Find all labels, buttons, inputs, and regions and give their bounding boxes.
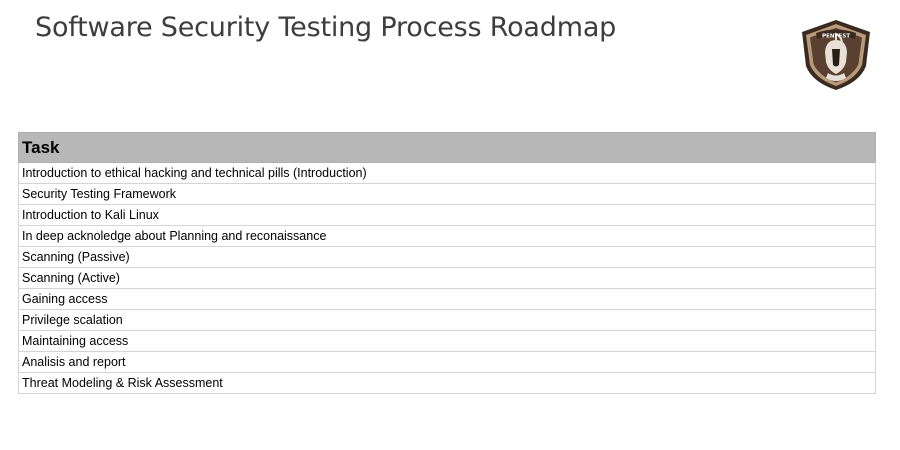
task-cell: Gaining access (18, 288, 876, 310)
table-row: Gaining access (18, 288, 876, 310)
task-cell: Analisis and report (18, 351, 876, 373)
table-row: Threat Modeling & Risk Assessment (18, 372, 876, 394)
table-row: Privilege scalation (18, 309, 876, 331)
task-table: Task Introduction to ethical hacking and… (18, 132, 876, 394)
table-row: Introduction to Kali Linux (18, 204, 876, 226)
table-row: Security Testing Framework (18, 183, 876, 205)
table-row: Analisis and report (18, 351, 876, 373)
task-cell: Introduction to ethical hacking and tech… (18, 162, 876, 184)
pentest-logo: PENTEST (800, 18, 872, 92)
page-title: Software Security Testing Process Roadma… (35, 12, 617, 43)
task-cell: Maintaining access (18, 330, 876, 352)
task-cell: In deep acknoledge about Planning and re… (18, 225, 876, 247)
table-row: Scanning (Active) (18, 267, 876, 289)
table-row: Introduction to ethical hacking and tech… (18, 162, 876, 184)
table-row: Scanning (Passive) (18, 246, 876, 268)
logo-text: PENTEST (822, 34, 850, 40)
pentest-shield-icon: PENTEST (802, 20, 870, 90)
column-header-task: Task (18, 132, 876, 163)
task-cell: Scanning (Passive) (18, 246, 876, 268)
task-cell: Introduction to Kali Linux (18, 204, 876, 226)
task-cell: Scanning (Active) (18, 267, 876, 289)
table-header-row: Task (18, 132, 876, 163)
task-cell: Security Testing Framework (18, 183, 876, 205)
task-cell: Threat Modeling & Risk Assessment (18, 372, 876, 394)
task-cell: Privilege scalation (18, 309, 876, 331)
table-row: Maintaining access (18, 330, 876, 352)
table-row: In deep acknoledge about Planning and re… (18, 225, 876, 247)
